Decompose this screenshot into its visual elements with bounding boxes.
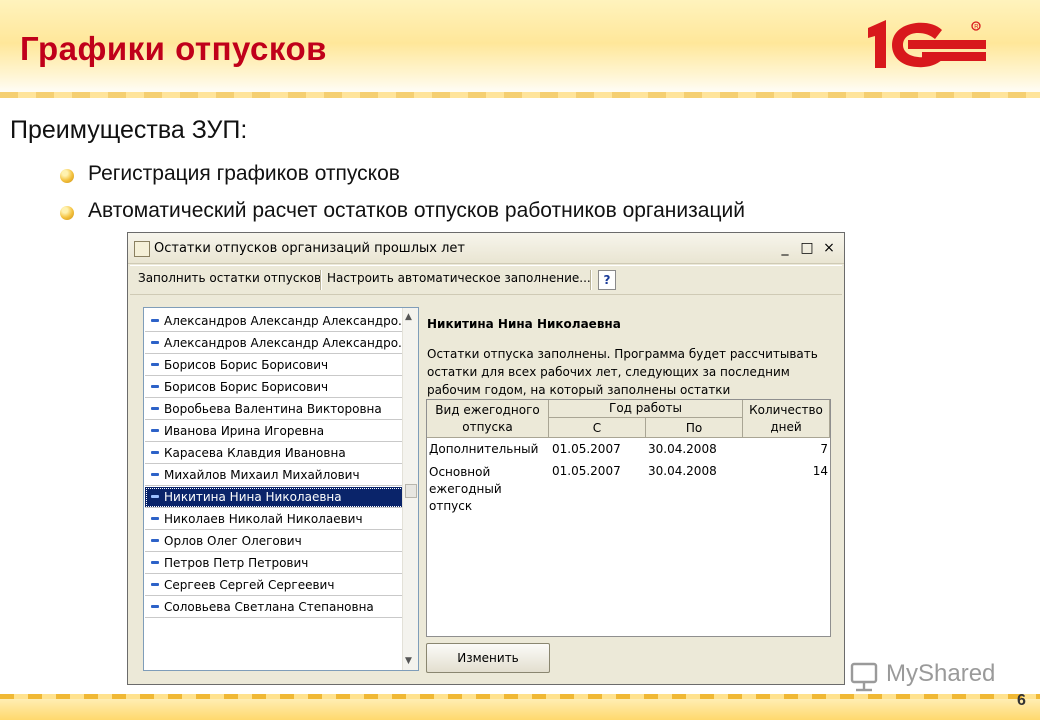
- employee-name-label: Воробьева Валентина Викторовна: [164, 402, 382, 416]
- watermark-text: MyShared: [886, 660, 996, 687]
- employee-name-label: Сергеев Сергей Сергеевич: [164, 578, 335, 592]
- employee-item-icon: [151, 341, 159, 344]
- employee-list-item[interactable]: Николаев Николай Николаевич: [145, 509, 404, 530]
- 1c-logo: R: [868, 20, 986, 68]
- edit-button[interactable]: Изменить: [426, 643, 550, 673]
- fill-balances-button[interactable]: Заполнить остатки отпусков: [138, 271, 321, 285]
- employee-list-item[interactable]: Соловьева Светлана Степановна: [145, 597, 404, 618]
- employee-list-item[interactable]: Михайлов Михаил Михайлович: [145, 465, 404, 486]
- cell-vacation-type[interactable]: Основной ежегодный отпуск: [429, 464, 547, 515]
- employee-list-item[interactable]: Сергеев Сергей Сергеевич: [145, 575, 404, 596]
- toolbar-separator: [320, 270, 322, 290]
- cell-days[interactable]: 14: [743, 464, 828, 478]
- employee-name-label: Соловьева Светлана Степановна: [164, 600, 374, 614]
- employee-item-icon: [151, 363, 159, 366]
- vacation-balances-window: Остатки отпусков организаций прошлых лет…: [127, 232, 845, 685]
- close-icon[interactable]: ×: [820, 241, 838, 255]
- bullet-text: Регистрация графиков отпусков: [88, 162, 400, 185]
- cell-days[interactable]: 7: [743, 442, 828, 456]
- toolbar: Заполнить остатки отпусков Настроить авт…: [130, 265, 842, 295]
- employee-list-item[interactable]: Карасева Клавдия Ивановна: [145, 443, 404, 464]
- employee-item-icon: [151, 385, 159, 388]
- section-heading: Преимущества ЗУП:: [10, 116, 248, 144]
- employee-name-label: Орлов Олег Олегович: [164, 534, 302, 548]
- employee-name-label: Борисов Борис Борисович: [164, 358, 329, 372]
- column-header-from[interactable]: С: [549, 418, 646, 438]
- employee-list-item[interactable]: Иванова Ирина Игоревна: [145, 421, 404, 442]
- employee-list-item[interactable]: Петров Петр Петрович: [145, 553, 404, 574]
- employee-item-icon: [151, 583, 159, 586]
- minimize-icon[interactable]: _: [776, 241, 794, 255]
- column-header-days[interactable]: Количество дней: [743, 400, 830, 438]
- employee-name-label: Петров Петр Петрович: [164, 556, 309, 570]
- employee-list-item[interactable]: Орлов Олег Олегович: [145, 531, 404, 552]
- employee-item-icon: [151, 517, 159, 520]
- cell-from[interactable]: 01.05.2007: [552, 464, 621, 478]
- window-title: Остатки отпусков организаций прошлых лет: [154, 241, 465, 256]
- employee-list-item[interactable]: Воробьева Валентина Викторовна: [145, 399, 404, 420]
- employee-item-icon: [151, 451, 159, 454]
- cell-from[interactable]: 01.05.2007: [552, 442, 621, 456]
- column-header-to[interactable]: По: [646, 418, 743, 438]
- scroll-up-icon[interactable]: ▲: [405, 312, 412, 322]
- balances-table[interactable]: Вид ежегодного отпуска Год работы С По К…: [426, 399, 831, 637]
- employee-item-icon: [151, 319, 159, 322]
- selected-employee-name: Никитина Нина Николаевна: [427, 317, 621, 331]
- employee-list-item[interactable]: Никитина Нина Николаевна: [145, 487, 404, 508]
- auto-fill-settings-button[interactable]: Настроить автоматическое заполнение...: [327, 271, 591, 285]
- scroll-down-icon[interactable]: ▼: [405, 656, 412, 666]
- toolbar-separator: [590, 270, 592, 290]
- employee-list-item[interactable]: Борисов Борис Борисович: [145, 377, 404, 398]
- header-stripe: [0, 92, 1040, 98]
- maximize-icon[interactable]: □: [798, 241, 816, 255]
- employee-item-icon: [151, 561, 159, 564]
- page-number: 6: [1017, 692, 1026, 709]
- employee-item-icon: [151, 495, 159, 498]
- column-header-vacation-type[interactable]: Вид ежегодного отпуска: [427, 400, 549, 438]
- cell-to[interactable]: 30.04.2008: [648, 442, 717, 456]
- employee-name-label: Карасева Клавдия Ивановна: [164, 446, 346, 460]
- employee-list-item[interactable]: Александров Александр Александро...: [145, 311, 404, 332]
- bullet-icon: [60, 206, 74, 220]
- employee-item-icon: [151, 429, 159, 432]
- bullet-icon: [60, 169, 74, 183]
- employee-item-icon: [151, 473, 159, 476]
- employee-name-label: Никитина Нина Николаевна: [164, 490, 342, 504]
- employee-name-label: Борисов Борис Борисович: [164, 380, 329, 394]
- employee-item-icon: [151, 539, 159, 542]
- scroll-thumb[interactable]: [405, 484, 417, 498]
- employee-list[interactable]: Александров Александр Александро... Алекс…: [143, 307, 419, 671]
- employee-name-label: Александров Александр Александро...: [164, 336, 404, 350]
- cell-vacation-type[interactable]: Дополнительный: [429, 442, 538, 456]
- employee-rows: Александров Александр Александро... Алекс…: [145, 310, 404, 618]
- form-icon: [134, 241, 150, 257]
- footer-stripe: [0, 694, 1040, 699]
- balances-info-text: Остатки отпуска заполнены. Программа буд…: [427, 347, 818, 397]
- employee-list-item[interactable]: Александров Александр Александро...: [145, 333, 404, 354]
- slide-title: Графики отпусков: [20, 30, 327, 67]
- employee-name-label: Александров Александр Александро...: [164, 314, 404, 328]
- employee-name-label: Николаев Николай Николаевич: [164, 512, 363, 526]
- svg-text:R: R: [974, 24, 979, 30]
- employee-name-label: Иванова Ирина Игоревна: [164, 424, 325, 438]
- employee-list-item[interactable]: Борисов Борис Борисович: [145, 355, 404, 376]
- cell-to[interactable]: 30.04.2008: [648, 464, 717, 478]
- bullet-text: Автоматический расчет остатков отпусков …: [88, 199, 745, 222]
- employee-item-icon: [151, 407, 159, 410]
- list-scrollbar[interactable]: ▲ ▼: [402, 308, 418, 670]
- employee-name-label: Михайлов Михаил Михайлович: [164, 468, 360, 482]
- column-header-work-year[interactable]: Год работы: [549, 400, 743, 418]
- employee-item-icon: [151, 605, 159, 608]
- help-icon[interactable]: ?: [598, 270, 616, 290]
- window-titlebar[interactable]: Остатки отпусков организаций прошлых лет…: [128, 233, 844, 264]
